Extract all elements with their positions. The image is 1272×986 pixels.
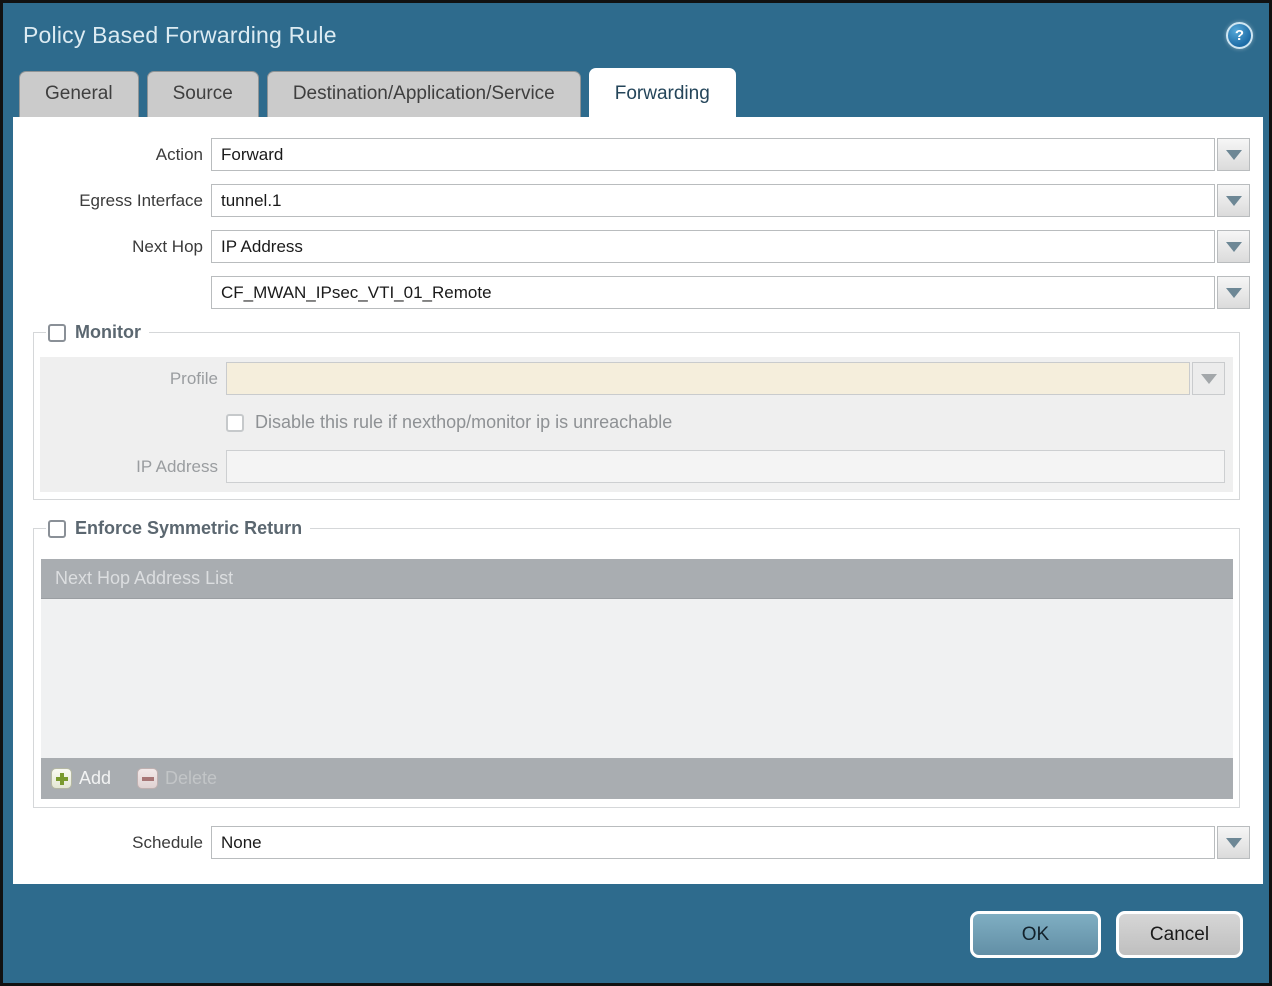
profile-dropdown xyxy=(226,362,1190,395)
disable-rule-label: Disable this rule if nexthop/monitor ip … xyxy=(255,412,672,433)
add-button[interactable]: Add xyxy=(51,768,111,789)
next-hop-address-dropdown-button[interactable] xyxy=(1217,276,1250,309)
add-button-label: Add xyxy=(79,768,111,789)
next-hop-address-row: CF_MWAN_IPsec_VTI_01_Remote xyxy=(13,276,1250,309)
cancel-button[interactable]: Cancel xyxy=(1116,911,1243,958)
help-icon[interactable]: ? xyxy=(1226,22,1253,49)
next-hop-type-dropdown[interactable]: IP Address xyxy=(211,230,1215,263)
monitor-legend: Monitor xyxy=(46,322,149,343)
next-hop-row: Next Hop IP Address xyxy=(13,230,1250,263)
monitor-checkbox[interactable] xyxy=(48,324,66,342)
tab-destination-application-service[interactable]: Destination/Application/Service xyxy=(267,71,581,117)
monitor-legend-label: Monitor xyxy=(75,322,141,343)
next-hop-address-table-header: Next Hop Address List xyxy=(41,559,1233,599)
chevron-down-icon xyxy=(1226,288,1242,298)
next-hop-address-table: Next Hop Address List Add Delete xyxy=(41,559,1233,799)
plus-icon xyxy=(51,768,72,789)
action-label: Action xyxy=(13,145,211,165)
tab-forwarding[interactable]: Forwarding xyxy=(589,68,736,117)
chevron-down-icon xyxy=(1226,242,1242,252)
egress-interface-dropdown-button[interactable] xyxy=(1217,184,1250,217)
profile-label: Profile xyxy=(40,369,226,389)
chevron-down-icon xyxy=(1226,150,1242,160)
disable-rule-checkbox xyxy=(226,414,244,432)
action-dropdown-button[interactable] xyxy=(1217,138,1250,171)
ip-address-input xyxy=(226,450,1225,483)
tab-bar: General Source Destination/Application/S… xyxy=(3,67,1269,117)
dialog-titlebar: Policy Based Forwarding Rule ? xyxy=(3,3,1269,67)
ip-address-label: IP Address xyxy=(40,457,226,477)
next-hop-address-table-body[interactable] xyxy=(41,599,1233,758)
profile-dropdown-button xyxy=(1192,362,1225,395)
tab-general[interactable]: General xyxy=(19,71,139,117)
chevron-down-icon xyxy=(1226,196,1242,206)
delete-button: Delete xyxy=(137,768,217,789)
ok-button[interactable]: OK xyxy=(970,911,1101,958)
egress-interface-row: Egress Interface tunnel.1 xyxy=(13,184,1250,217)
chevron-down-icon xyxy=(1226,838,1242,848)
egress-interface-label: Egress Interface xyxy=(13,191,211,211)
schedule-label: Schedule xyxy=(13,833,211,853)
next-hop-address-table-footer: Add Delete xyxy=(41,758,1233,799)
enforce-symmetric-return-checkbox[interactable] xyxy=(48,520,66,538)
tab-source[interactable]: Source xyxy=(147,71,259,117)
monitor-disabled-area: Profile Disable this rule if nexthop/mon… xyxy=(40,357,1233,492)
monitor-ip-address-row: IP Address xyxy=(40,450,1225,483)
enforce-symmetric-return-section: Enforce Symmetric Return Next Hop Addres… xyxy=(33,518,1240,808)
next-hop-type-dropdown-button[interactable] xyxy=(1217,230,1250,263)
dialog-title: Policy Based Forwarding Rule xyxy=(23,22,337,49)
enforce-symmetric-return-legend-label: Enforce Symmetric Return xyxy=(75,518,302,539)
next-hop-address-dropdown[interactable]: CF_MWAN_IPsec_VTI_01_Remote xyxy=(211,276,1215,309)
next-hop-label: Next Hop xyxy=(13,237,211,257)
enforce-symmetric-return-legend: Enforce Symmetric Return xyxy=(46,518,310,539)
action-dropdown[interactable]: Forward xyxy=(211,138,1215,171)
forwarding-tab-panel: Action Forward Egress Interface tunnel.1… xyxy=(13,117,1263,884)
monitor-disable-rule-row: Disable this rule if nexthop/monitor ip … xyxy=(40,412,1225,433)
monitor-profile-row: Profile xyxy=(40,362,1225,395)
schedule-row: Schedule None xyxy=(13,826,1250,859)
egress-interface-dropdown[interactable]: tunnel.1 xyxy=(211,184,1215,217)
delete-button-label: Delete xyxy=(165,768,217,789)
chevron-down-icon xyxy=(1201,374,1217,384)
minus-icon xyxy=(137,768,158,789)
dialog-footer: OK Cancel xyxy=(970,911,1243,958)
schedule-dropdown[interactable]: None xyxy=(211,826,1215,859)
monitor-section: Monitor Profile Disable this rule if nex… xyxy=(33,322,1240,500)
action-row: Action Forward xyxy=(13,138,1250,171)
schedule-dropdown-button[interactable] xyxy=(1217,826,1250,859)
